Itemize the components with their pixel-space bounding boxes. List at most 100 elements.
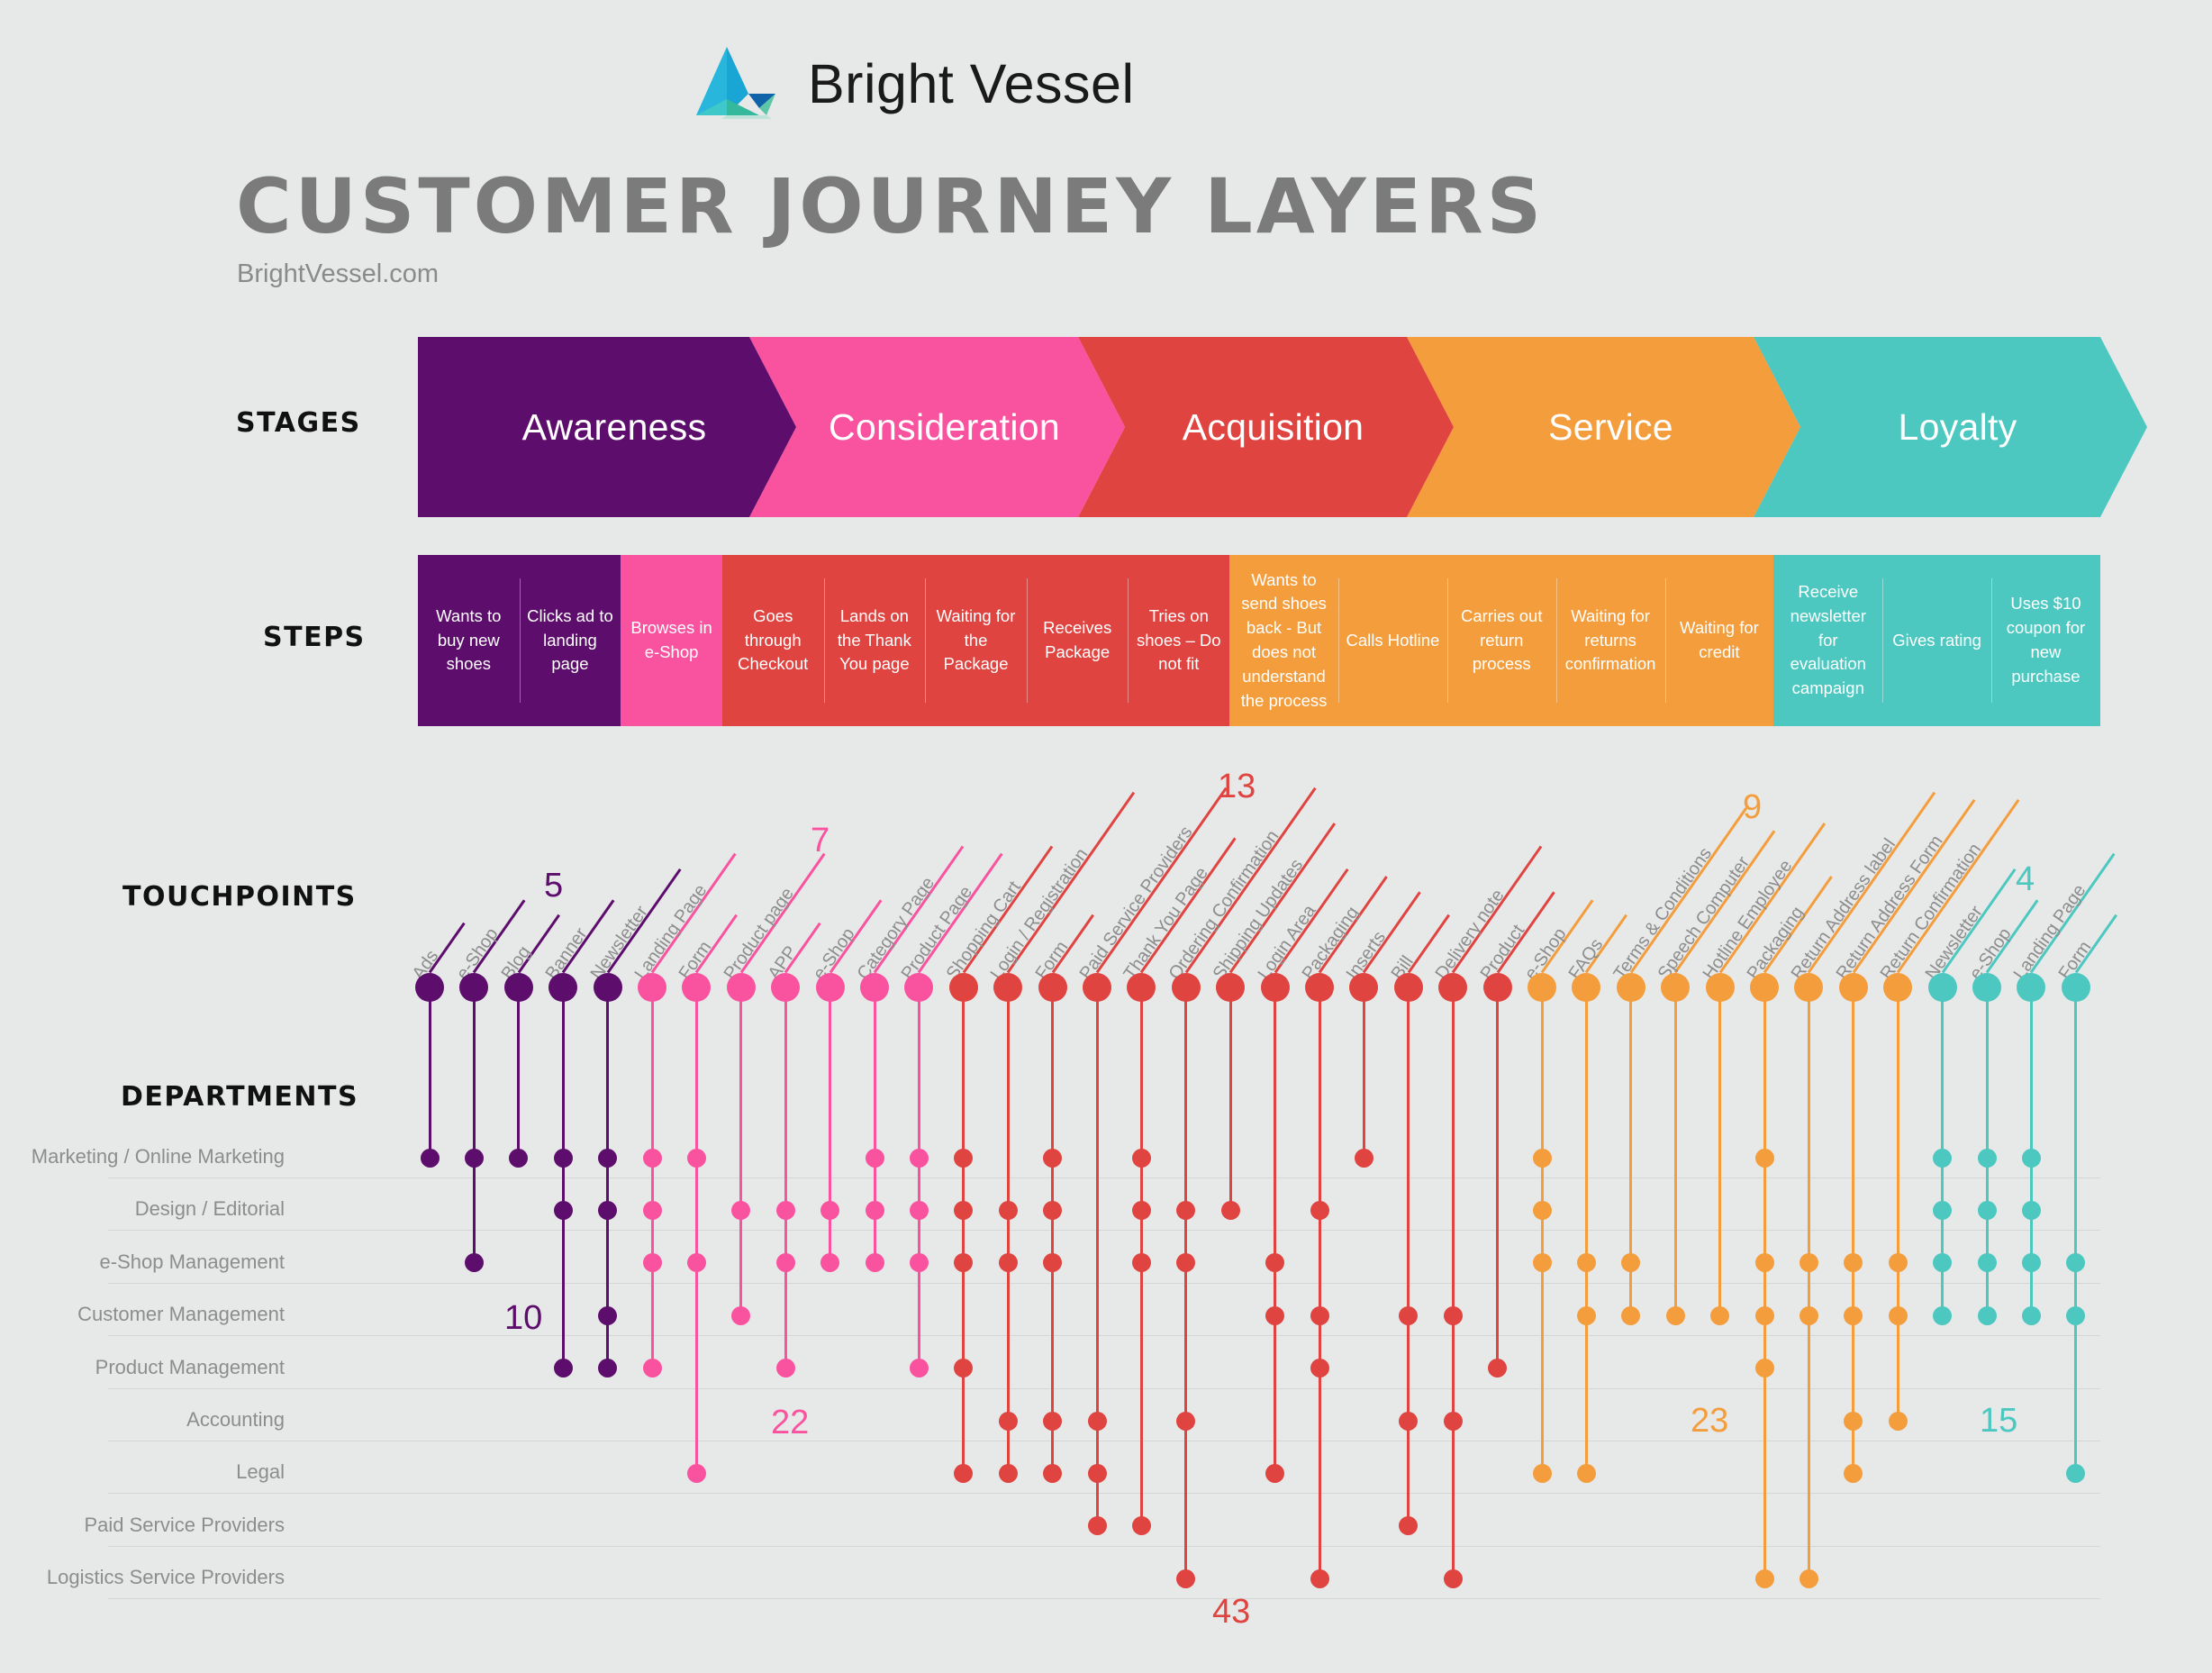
touchpoint-department-dot[interactable]	[1933, 1200, 1953, 1220]
touchpoint-department-dot[interactable]	[1043, 1200, 1063, 1220]
touchpoint-department-dot[interactable]	[1754, 1148, 1774, 1168]
touchpoint-department-dot[interactable]	[598, 1305, 618, 1325]
touchpoint-node[interactable]	[1972, 973, 2001, 1002]
touchpoint-node[interactable]	[860, 973, 889, 1002]
touchpoint-department-dot[interactable]	[775, 1359, 795, 1378]
touchpoint-department-dot[interactable]	[1532, 1253, 1552, 1273]
touchpoint-department-dot[interactable]	[954, 1463, 974, 1483]
touchpoint-department-dot[interactable]	[909, 1200, 929, 1220]
touchpoint-node[interactable]	[682, 973, 712, 1002]
touchpoint-department-dot[interactable]	[1310, 1200, 1329, 1220]
touchpoint-department-dot[interactable]	[1977, 1148, 1997, 1168]
touchpoint-node[interactable]	[548, 973, 578, 1002]
stage-loyalty[interactable]: Loyalty	[1754, 337, 2147, 517]
touchpoint-department-dot[interactable]	[598, 1359, 618, 1378]
touchpoint-department-dot[interactable]	[1265, 1305, 1285, 1325]
touchpoint-department-dot[interactable]	[1443, 1305, 1463, 1325]
touchpoint-node[interactable]	[1127, 973, 1156, 1002]
touchpoint-department-dot[interactable]	[1977, 1253, 1997, 1273]
touchpoint-node[interactable]	[1927, 973, 1957, 1002]
touchpoint-department-dot[interactable]	[642, 1359, 662, 1378]
touchpoint-department-dot[interactable]	[2021, 1253, 2041, 1273]
touchpoint-department-dot[interactable]	[1888, 1305, 1908, 1325]
touchpoint-department-dot[interactable]	[1844, 1411, 1863, 1431]
touchpoint-department-dot[interactable]	[998, 1200, 1018, 1220]
touchpoint-node[interactable]	[948, 973, 978, 1002]
touchpoint-department-dot[interactable]	[1310, 1568, 1329, 1588]
touchpoint-department-dot[interactable]	[1043, 1463, 1063, 1483]
touchpoint-node[interactable]	[993, 973, 1023, 1002]
touchpoint-department-dot[interactable]	[1888, 1411, 1908, 1431]
touchpoint-department-dot[interactable]	[1933, 1148, 1953, 1168]
touchpoint-node[interactable]	[503, 973, 533, 1002]
touchpoint-department-dot[interactable]	[1532, 1463, 1552, 1483]
touchpoint-department-dot[interactable]	[731, 1200, 751, 1220]
touchpoint-department-dot[interactable]	[1844, 1253, 1863, 1273]
touchpoint-node[interactable]	[1705, 973, 1735, 1002]
touchpoint-node[interactable]	[904, 973, 934, 1002]
touchpoint-node[interactable]	[1260, 973, 1290, 1002]
touchpoint-node[interactable]	[1794, 973, 1824, 1002]
touchpoint-department-dot[interactable]	[1576, 1305, 1596, 1325]
touchpoint-department-dot[interactable]	[865, 1148, 884, 1168]
touchpoint-node[interactable]	[1305, 973, 1334, 1002]
touchpoint-department-dot[interactable]	[1399, 1516, 1419, 1536]
touchpoint-department-dot[interactable]	[909, 1359, 929, 1378]
touchpoint-node[interactable]	[1572, 973, 1601, 1002]
touchpoint-department-dot[interactable]	[1043, 1411, 1063, 1431]
touchpoint-node[interactable]	[815, 973, 845, 1002]
touchpoint-department-dot[interactable]	[2021, 1200, 2041, 1220]
touchpoint-node[interactable]	[1528, 973, 1556, 1002]
touchpoint-department-dot[interactable]	[553, 1148, 573, 1168]
touchpoint-department-dot[interactable]	[820, 1253, 840, 1273]
touchpoint-node[interactable]	[1038, 973, 1067, 1002]
touchpoint-department-dot[interactable]	[1754, 1305, 1774, 1325]
touchpoint-department-dot[interactable]	[1131, 1200, 1151, 1220]
touchpoint-node[interactable]	[1349, 973, 1379, 1002]
touchpoint-department-dot[interactable]	[1265, 1253, 1285, 1273]
touchpoint-department-dot[interactable]	[1977, 1305, 1997, 1325]
touchpoint-department-dot[interactable]	[1131, 1253, 1151, 1273]
touchpoint-department-dot[interactable]	[1087, 1516, 1107, 1536]
touchpoint-department-dot[interactable]	[1310, 1359, 1329, 1378]
touchpoint-node[interactable]	[1083, 973, 1111, 1002]
touchpoint-department-dot[interactable]	[1131, 1516, 1151, 1536]
touchpoint-department-dot[interactable]	[1532, 1200, 1552, 1220]
touchpoint-department-dot[interactable]	[1399, 1411, 1419, 1431]
touchpoint-department-dot[interactable]	[420, 1148, 440, 1168]
touchpoint-department-dot[interactable]	[1665, 1305, 1685, 1325]
touchpoint-department-dot[interactable]	[1220, 1200, 1240, 1220]
touchpoint-department-dot[interactable]	[1087, 1411, 1107, 1431]
touchpoint-department-dot[interactable]	[1621, 1253, 1641, 1273]
touchpoint-node[interactable]	[415, 973, 444, 1002]
touchpoint-department-dot[interactable]	[553, 1359, 573, 1378]
touchpoint-node[interactable]	[2017, 973, 2046, 1002]
touchpoint-node[interactable]	[1482, 973, 1512, 1002]
touchpoint-department-dot[interactable]	[1532, 1148, 1552, 1168]
touchpoint-department-dot[interactable]	[1799, 1253, 1818, 1273]
touchpoint-department-dot[interactable]	[1443, 1568, 1463, 1588]
touchpoint-department-dot[interactable]	[998, 1253, 1018, 1273]
touchpoint-department-dot[interactable]	[464, 1253, 484, 1273]
touchpoint-department-dot[interactable]	[2021, 1305, 2041, 1325]
touchpoint-department-dot[interactable]	[1354, 1148, 1373, 1168]
touchpoint-department-dot[interactable]	[1310, 1305, 1329, 1325]
touchpoint-department-dot[interactable]	[1576, 1463, 1596, 1483]
touchpoint-department-dot[interactable]	[1131, 1148, 1151, 1168]
touchpoint-department-dot[interactable]	[1710, 1305, 1730, 1325]
touchpoint-department-dot[interactable]	[1799, 1305, 1818, 1325]
touchpoint-department-dot[interactable]	[820, 1200, 840, 1220]
touchpoint-department-dot[interactable]	[1754, 1568, 1774, 1588]
touchpoint-department-dot[interactable]	[1265, 1463, 1285, 1483]
touchpoint-department-dot[interactable]	[865, 1253, 884, 1273]
touchpoint-department-dot[interactable]	[1844, 1463, 1863, 1483]
touchpoint-node[interactable]	[1838, 973, 1868, 1002]
touchpoint-department-dot[interactable]	[1933, 1253, 1953, 1273]
touchpoint-node[interactable]	[726, 973, 756, 1002]
touchpoint-node[interactable]	[1393, 973, 1423, 1002]
touchpoint-node[interactable]	[771, 973, 801, 1002]
touchpoint-department-dot[interactable]	[642, 1148, 662, 1168]
touchpoint-department-dot[interactable]	[686, 1148, 706, 1168]
touchpoint-department-dot[interactable]	[1799, 1568, 1818, 1588]
touchpoint-department-dot[interactable]	[598, 1200, 618, 1220]
